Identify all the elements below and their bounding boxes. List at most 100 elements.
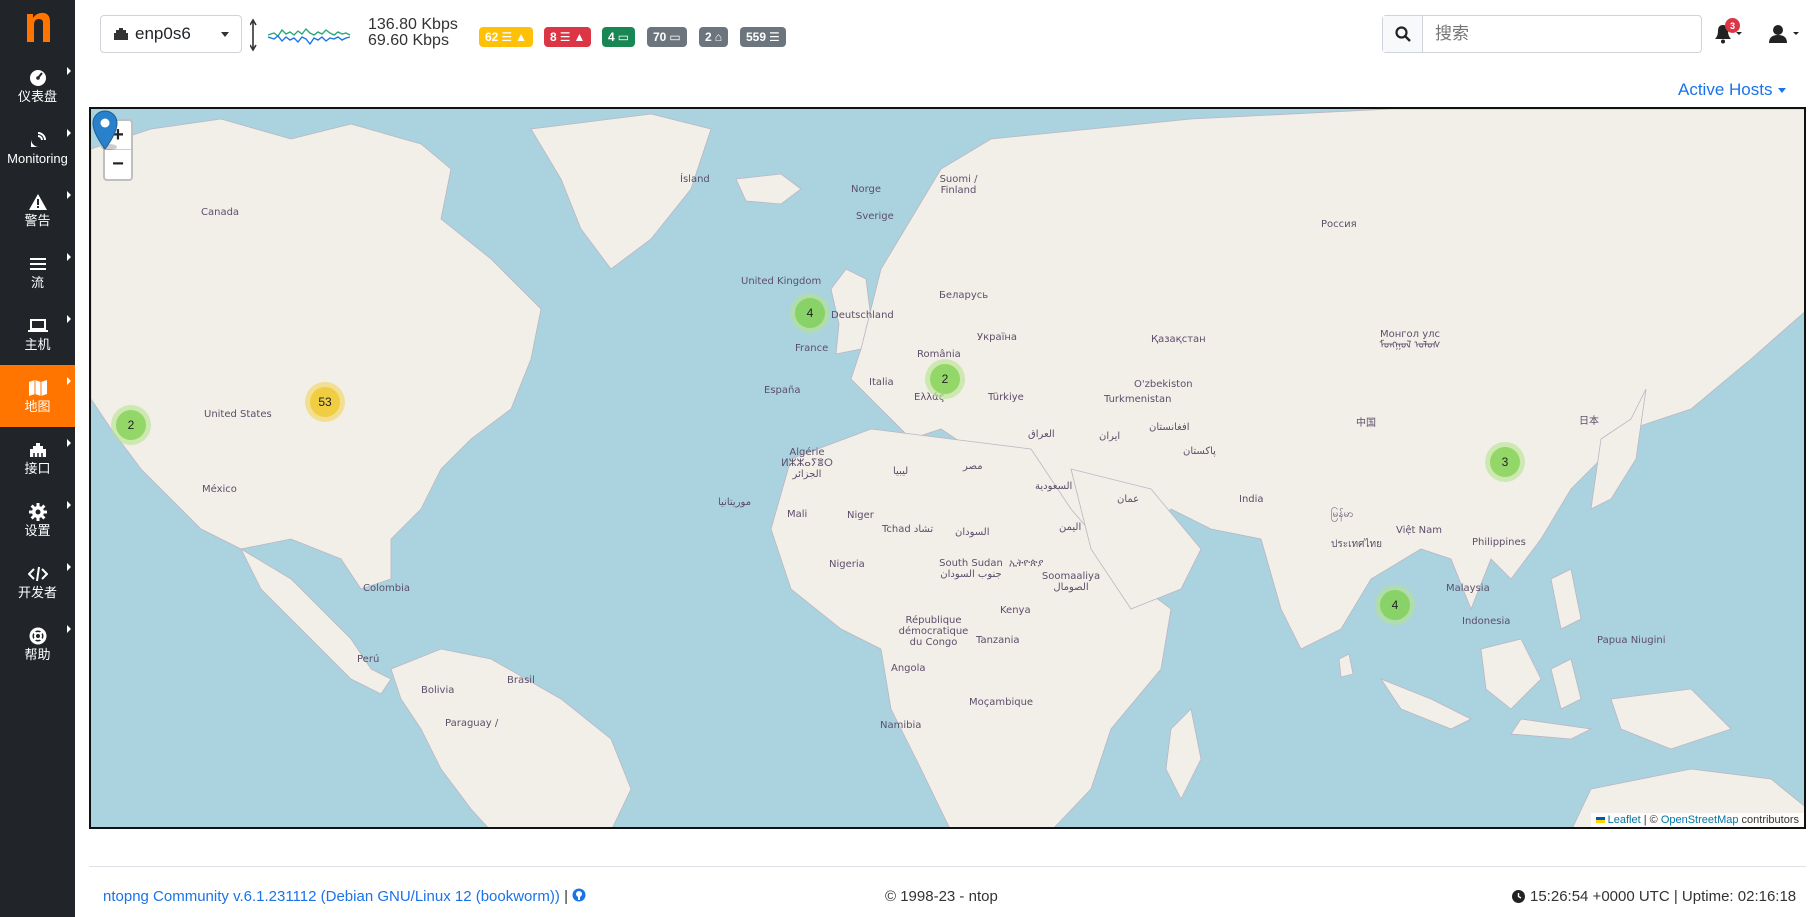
leaflet-link[interactable]: Leaflet (1608, 814, 1641, 826)
local-hosts-badge[interactable]: 4 ▭ (602, 27, 636, 47)
alerts-error-badge[interactable]: 8 ☰ ▲ (544, 27, 592, 47)
caret-right-icon (67, 129, 71, 137)
map-label: ایران (1099, 431, 1121, 442)
map-label: España (764, 385, 801, 396)
version-link[interactable]: ntopng Community v.6.1.231112 (Debian GN… (103, 888, 560, 905)
host-cluster[interactable]: 2 (111, 405, 151, 445)
map-label: السعودية (1035, 481, 1073, 492)
zoom-out-button[interactable]: − (105, 150, 131, 179)
caret-right-icon (67, 191, 71, 199)
sidebar-item-maps[interactable]: 地图 (0, 365, 75, 427)
devices-badge[interactable]: 2 ⌂ (699, 27, 728, 47)
map-icon (28, 379, 48, 397)
separator: | (564, 888, 573, 905)
hosts-map[interactable]: + − Ísland Canada Norge Suomi / Finland … (89, 107, 1806, 829)
map-label: Malaysia (1446, 583, 1490, 594)
map-label: ประเทศไทย (1331, 539, 1382, 550)
footer-divider (89, 866, 1806, 867)
map-label: Suomi / Finland (939, 174, 978, 196)
sidebar-item-label: 流 (30, 274, 44, 290)
search-input[interactable] (1423, 16, 1701, 52)
map-label: Україна (977, 332, 1018, 343)
gauge-icon (28, 69, 48, 87)
map-label: ليبيا (893, 466, 909, 477)
list-icon: ☰ (559, 30, 571, 44)
map-label: عمان (1117, 494, 1140, 505)
map-label: Қазақстан (1151, 334, 1206, 345)
map-label: اليمن (1059, 522, 1082, 533)
list-icon: ☰ (769, 30, 780, 44)
warning-icon: ▲ (573, 30, 586, 44)
github-icon[interactable] (572, 888, 586, 906)
map-label: Namibia (880, 720, 922, 731)
host-cluster[interactable]: 4 (1375, 585, 1415, 625)
sidebar-item-help[interactable]: 帮助 (0, 613, 75, 675)
sidebar-item-settings[interactable]: 设置 (0, 489, 75, 551)
map-label: République démocratique du Congo (898, 615, 969, 648)
host-cluster[interactable]: 53 (305, 382, 345, 422)
remote-hosts-badge[interactable]: 70 ▭ (647, 27, 687, 47)
map-label: Deutschland (831, 310, 894, 321)
sidebar-item-flows[interactable]: 流 (0, 241, 75, 303)
map-label: Tanzania (976, 635, 1020, 646)
flows-badge[interactable]: 559 ☰ (740, 27, 786, 47)
map-label: Canada (201, 207, 240, 218)
caret-right-icon (67, 439, 71, 447)
map-label: United States (204, 409, 272, 420)
sidebar-item-interfaces[interactable]: 接口 (0, 427, 75, 489)
satellite-dish-icon (28, 131, 48, 149)
map-label: United Kingdom (741, 276, 822, 287)
ntopng-logo[interactable] (0, 0, 75, 52)
code-icon (27, 565, 48, 583)
interface-select[interactable]: enp0s6 (100, 15, 242, 53)
user-menu-button[interactable] (1768, 22, 1802, 46)
sidebar-item-dashboard[interactable]: 仪表盘 (0, 55, 75, 117)
active-hosts-dropdown[interactable]: Active Hosts (1678, 80, 1787, 100)
map-label: Turkmenistan (1104, 394, 1172, 405)
sidebar-item-label: 地图 (24, 398, 51, 414)
badge-count: 8 (550, 30, 557, 44)
map-label: Colombia (363, 583, 410, 594)
caret-right-icon (67, 67, 71, 75)
host-cluster[interactable]: 4 (790, 293, 830, 333)
map-label: Nigeria (829, 559, 865, 570)
map-label: ኢትዮጵያ (1009, 558, 1044, 569)
world-map-background (91, 109, 1804, 827)
search-button[interactable] (1383, 16, 1423, 52)
notification-count-badge: 3 (1725, 18, 1740, 33)
host-cluster[interactable]: 2 (925, 359, 965, 399)
sidebar-item-monitoring[interactable]: Monitoring (0, 117, 75, 179)
search-box (1382, 15, 1702, 53)
caret-right-icon (67, 501, 71, 509)
map-marker-icon[interactable] (91, 109, 119, 151)
sidebar-item-label: 开发者 (17, 584, 57, 600)
caret-right-icon (67, 315, 71, 323)
map-label: Ísland (680, 174, 710, 185)
sidebar-item-hosts[interactable]: 主机 (0, 303, 75, 365)
sidebar-item-label: 警告 (24, 212, 51, 228)
sidebar-item-alerts[interactable]: 警告 (0, 179, 75, 241)
attribution-separator: | © (1640, 814, 1661, 826)
host-cluster[interactable]: 3 (1485, 442, 1525, 482)
badge-count: 559 (746, 30, 767, 44)
map-label: پاکستان (1183, 446, 1216, 457)
clock-icon (1512, 890, 1525, 903)
map-label: Tchad تشاد (882, 524, 934, 535)
map-label: India (1239, 494, 1264, 505)
map-label: România (917, 349, 961, 360)
laptop-icon (27, 317, 48, 335)
map-label: Niger (847, 510, 874, 521)
map-label: Монгол улс ᠮᠣᠩᠭᠣᠯ ᠤᠯᠤᠰ (1379, 329, 1441, 351)
openstreetmap-link[interactable]: OpenStreetMap (1661, 814, 1739, 826)
alerts-warning-badge[interactable]: 62 ☰ ▲ (479, 27, 534, 47)
sidebar-item-label: 主机 (24, 336, 51, 352)
cluster-count: 53 (310, 387, 340, 417)
rate-download: 69.60 Kbps (368, 32, 449, 49)
attribution-tail: contributors (1738, 814, 1799, 826)
map-label: Brasil (507, 675, 535, 686)
uptime-text: 15:26:54 +0000 UTC | Uptime: 02:16:18 (1530, 888, 1797, 905)
sidebar-item-developer[interactable]: 开发者 (0, 551, 75, 613)
map-label: O'zbekiston (1134, 379, 1193, 390)
map-label: မြန်မာ (1331, 509, 1354, 520)
map-label: Беларусь (939, 290, 989, 301)
